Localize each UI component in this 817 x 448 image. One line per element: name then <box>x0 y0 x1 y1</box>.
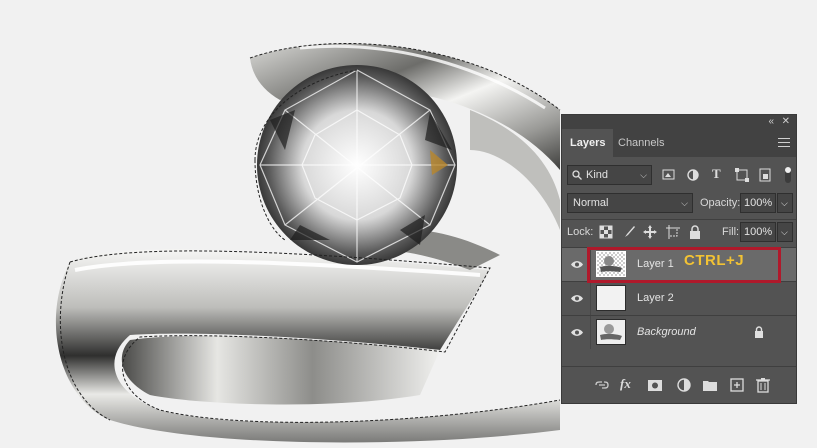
opacity-dropdown[interactable]: ⌵ <box>777 193 793 213</box>
visibility-eye-icon[interactable] <box>570 260 584 269</box>
layer-name[interactable]: Layer 2 <box>637 292 674 304</box>
blend-mode-value: Normal <box>573 197 609 209</box>
filter-row: Kind ⌵ T <box>562 165 796 187</box>
shape-filter-icon[interactable] <box>734 167 750 183</box>
divider <box>562 219 796 220</box>
panel-menu-icon[interactable] <box>778 138 790 147</box>
tab-channels[interactable]: Channels <box>610 129 672 157</box>
lock-all-icon[interactable] <box>687 224 703 240</box>
fx-icon[interactable]: fx <box>620 376 636 392</box>
close-panel-button[interactable]: ✕ <box>782 115 790 129</box>
folder-icon[interactable] <box>702 377 718 393</box>
layer-row-background[interactable]: Background <box>562 315 796 349</box>
blend-mode-select[interactable]: Normal ⌵ <box>567 193 693 213</box>
layers-bottom-toolbar: fx <box>562 366 796 403</box>
visibility-eye-icon[interactable] <box>570 328 584 337</box>
adjustment-layer-icon[interactable] <box>676 377 692 393</box>
fill-dropdown[interactable]: ⌵ <box>777 222 793 242</box>
chevron-down-icon: ⌵ <box>640 170 647 180</box>
layer-name[interactable]: Background <box>637 326 696 338</box>
lock-position-icon[interactable] <box>642 224 658 240</box>
fill-input[interactable]: 100% <box>740 222 776 242</box>
collapse-panel-button[interactable]: « <box>768 115 774 129</box>
filter-toggle-switch[interactable] <box>785 167 791 183</box>
adjustment-filter-icon[interactable] <box>685 167 701 183</box>
blend-row: Normal ⌵ Opacity: 100% ⌵ <box>562 193 796 215</box>
lock-label: Lock: <box>567 226 594 238</box>
chevron-down-icon: ⌵ <box>681 198 688 208</box>
search-icon <box>572 170 582 180</box>
lock-transparent-pixels-icon[interactable] <box>598 224 614 240</box>
opacity-input[interactable]: 100% <box>740 193 776 213</box>
add-mask-icon[interactable] <box>647 377 663 393</box>
layer-thumbnail[interactable] <box>596 319 626 345</box>
smart-object-filter-icon[interactable] <box>757 167 773 183</box>
filter-kind-label: Kind <box>586 169 609 181</box>
link-layers-icon[interactable] <box>594 377 610 393</box>
layer-thumbnail[interactable] <box>596 285 626 311</box>
type-filter-icon[interactable]: T <box>712 166 728 182</box>
lock-row: Lock: Fill: 100% ⌵ <box>562 222 796 244</box>
fill-label: Fill: <box>722 226 740 238</box>
opacity-label: Opacity: <box>700 197 741 209</box>
tab-layers[interactable]: Layers <box>562 129 614 157</box>
shortcut-annotation: CTRL+J <box>684 252 745 269</box>
ring-thumbnail-icon <box>600 324 622 340</box>
lock-image-pixels-icon[interactable] <box>621 224 637 240</box>
layer-locked-icon[interactable] <box>754 326 764 338</box>
panel-tabbar: Layers Channels <box>562 129 796 157</box>
layer-row-layer-2[interactable]: Layer 2 <box>562 281 796 315</box>
artboard-lock-icon[interactable] <box>665 224 681 240</box>
filter-kind-select[interactable]: Kind ⌵ <box>567 165 652 185</box>
new-layer-icon[interactable] <box>729 377 745 393</box>
trash-icon[interactable] <box>755 377 771 393</box>
visibility-eye-icon[interactable] <box>570 294 584 303</box>
pixel-layer-filter-icon[interactable] <box>661 167 677 183</box>
panel-topbar: « ✕ <box>562 115 796 129</box>
